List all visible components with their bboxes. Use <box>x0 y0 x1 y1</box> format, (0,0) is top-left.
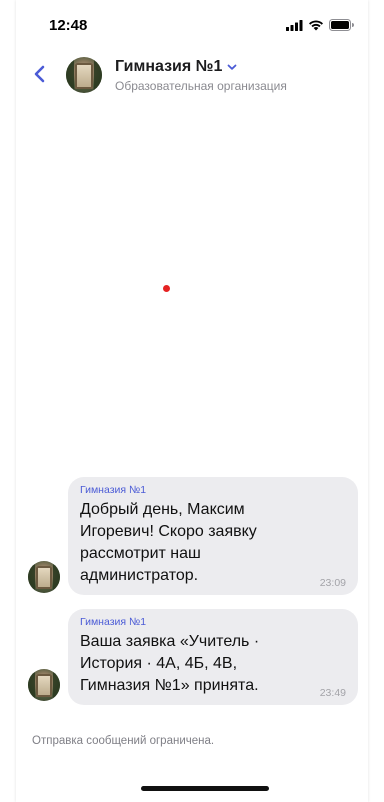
message-text: Добрый день, Максим Игоревич! Скоро заяв… <box>80 501 257 584</box>
message-text: Ваша заявка «Учитель · История · 4А, 4Б,… <box>80 633 260 694</box>
chat-avatar[interactable] <box>66 57 102 93</box>
chevron-down-icon <box>228 64 237 70</box>
chat-title-button[interactable]: Гимназия №1 <box>115 58 238 76</box>
chevron-left-icon <box>34 65 45 83</box>
notification-dot <box>163 285 170 292</box>
message-time: 23:49 <box>319 687 346 699</box>
battery-icon <box>329 19 354 31</box>
status-icons <box>286 19 354 31</box>
home-indicator[interactable] <box>141 786 269 791</box>
sender-avatar[interactable] <box>28 669 60 701</box>
chat-header: Гимназия №1 Образовательная организация <box>16 50 368 102</box>
wifi-icon <box>309 20 323 30</box>
status-bar: 12:48 <box>16 0 368 48</box>
phone-screen: 12:48 Гимназия №1 Образовательная органи… <box>16 0 368 802</box>
message-time: 23:09 <box>319 577 346 589</box>
message-bubble[interactable]: Гимназия №1 Добрый день, Максим Игоревич… <box>68 477 358 595</box>
message-sender: Гимназия №1 <box>80 484 147 496</box>
message-sender: Гимназия №1 <box>80 616 147 628</box>
chat-title: Гимназия №1 <box>115 58 223 75</box>
sender-avatar[interactable] <box>28 561 60 593</box>
back-button[interactable] <box>28 62 52 86</box>
chat-subtitle: Образовательная организация <box>115 79 287 93</box>
status-time: 12:48 <box>49 17 88 34</box>
signal-icon <box>286 19 303 31</box>
message-bubble[interactable]: Гимназия №1 Ваша заявка «Учитель · Истор… <box>68 609 358 705</box>
messaging-restricted-notice: Отправка сообщений ограничена. <box>32 735 215 747</box>
